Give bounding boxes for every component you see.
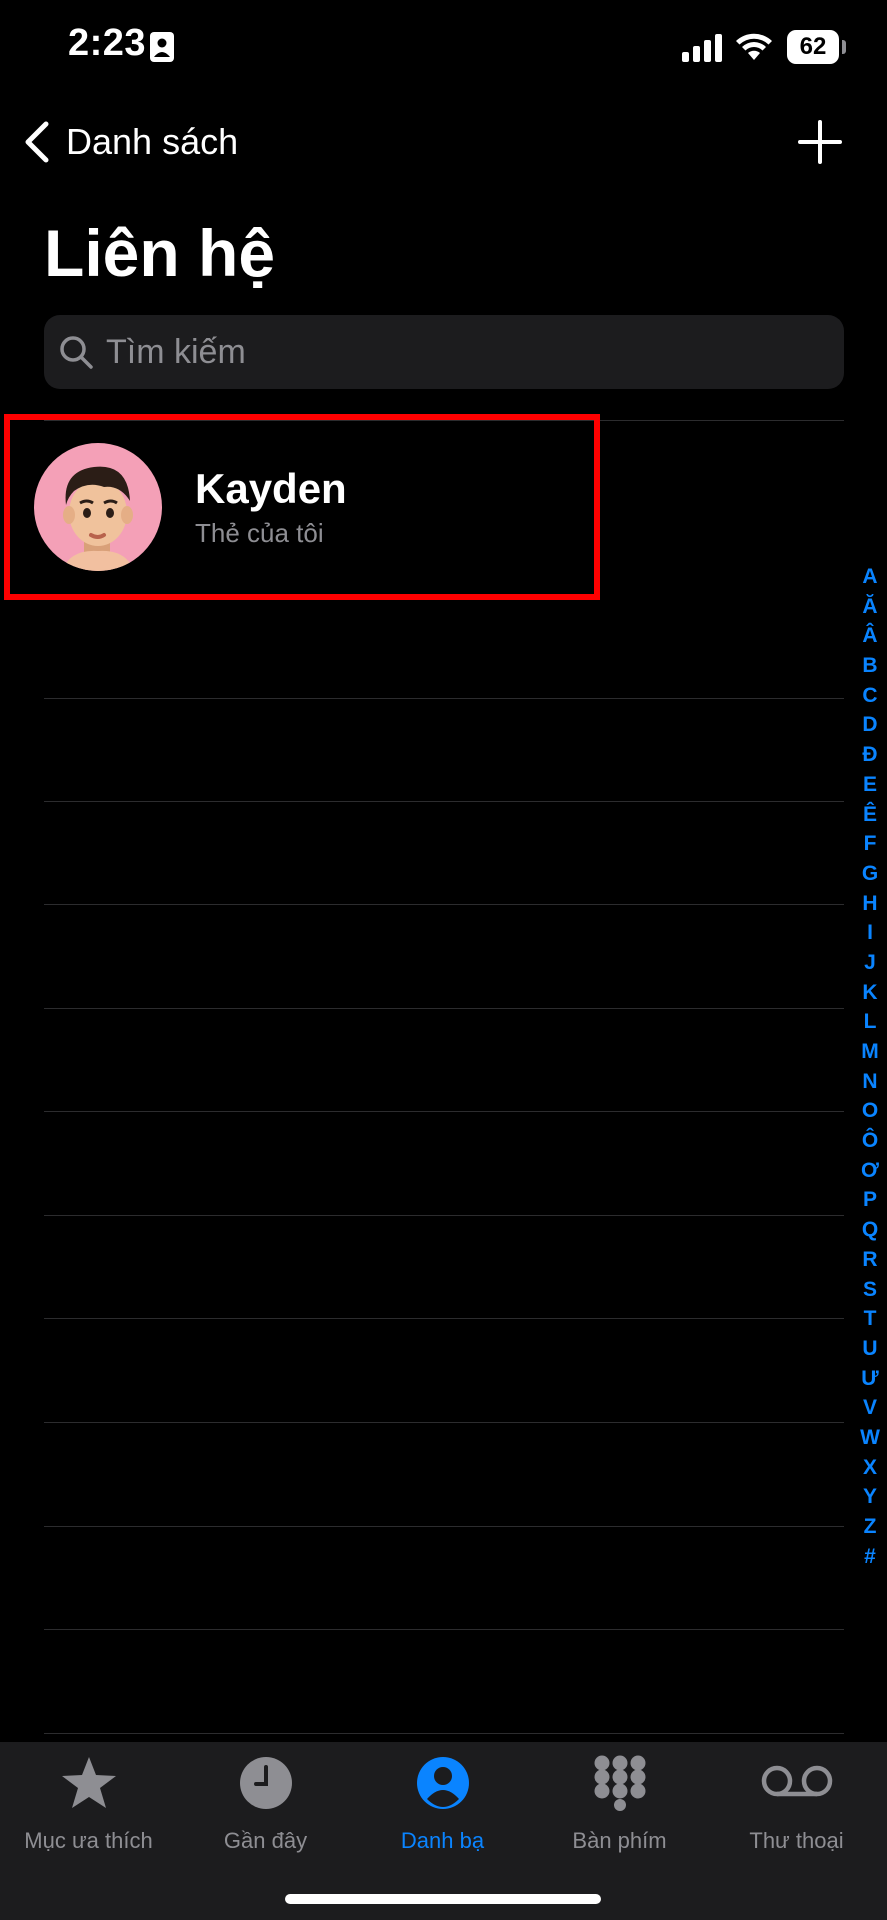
contact-card-icon bbox=[150, 32, 174, 62]
status-time: 2:23 bbox=[68, 22, 147, 64]
index-letter[interactable]: B bbox=[862, 651, 877, 681]
index-letter[interactable]: N bbox=[862, 1067, 877, 1097]
index-letter[interactable]: # bbox=[864, 1542, 876, 1572]
tab-favorites[interactable]: Mục ưa thích bbox=[0, 1752, 177, 1854]
index-letter[interactable]: Y bbox=[863, 1482, 877, 1512]
page-title: Liên hệ bbox=[44, 216, 276, 290]
separator bbox=[44, 1629, 844, 1630]
separator bbox=[44, 1733, 844, 1734]
home-indicator[interactable] bbox=[285, 1894, 601, 1904]
battery-indicator: 62 bbox=[787, 30, 839, 64]
tab-label: Thư thoại bbox=[749, 1828, 844, 1853]
index-letter[interactable]: U bbox=[862, 1334, 877, 1364]
back-button-label: Danh sách bbox=[66, 121, 239, 162]
keypad-icon bbox=[594, 1755, 645, 1811]
index-letter[interactable]: M bbox=[861, 1037, 879, 1067]
search-field[interactable] bbox=[44, 315, 844, 389]
index-letter[interactable]: Ư bbox=[861, 1364, 878, 1394]
index-letter[interactable]: Ơ bbox=[861, 1156, 879, 1186]
index-letter[interactable]: V bbox=[863, 1393, 877, 1423]
alphabet-index-bar[interactable]: A Ă Â B C D Đ E Ê F G H I J K L M N O Ô Ơ P Q R S T U Ư V W X Y Z # bbox=[856, 562, 884, 1571]
tab-voicemail[interactable]: Thư thoại bbox=[708, 1752, 885, 1854]
index-letter[interactable]: Ă bbox=[862, 592, 877, 622]
tab-label: Gần đây bbox=[223, 1828, 308, 1853]
index-letter[interactable]: Ê bbox=[863, 800, 877, 830]
index-letter[interactable]: X bbox=[863, 1453, 877, 1483]
cellular-signal-icon bbox=[682, 34, 722, 62]
separator bbox=[44, 1215, 844, 1216]
index-letter[interactable]: C bbox=[862, 681, 877, 711]
index-letter[interactable]: T bbox=[864, 1304, 877, 1334]
index-letter[interactable]: G bbox=[862, 859, 878, 889]
separator bbox=[44, 698, 844, 699]
separator bbox=[44, 1422, 844, 1423]
index-letter[interactable]: Q bbox=[862, 1215, 878, 1245]
index-letter[interactable]: S bbox=[863, 1275, 877, 1305]
tab-label: Danh bạ bbox=[400, 1828, 485, 1853]
chevron-left-icon bbox=[25, 121, 49, 163]
person-circle-icon bbox=[416, 1757, 469, 1809]
separator bbox=[44, 904, 844, 905]
tab-label: Mục ưa thích bbox=[24, 1828, 153, 1853]
separator bbox=[44, 1111, 844, 1112]
index-letter[interactable]: R bbox=[862, 1245, 877, 1275]
memoji-avatar-icon bbox=[62, 466, 134, 571]
index-letter[interactable]: Z bbox=[864, 1512, 877, 1542]
index-letter[interactable]: J bbox=[864, 948, 876, 978]
index-letter[interactable]: I bbox=[867, 918, 873, 948]
separator bbox=[44, 1008, 844, 1009]
index-letter[interactable]: A bbox=[862, 562, 877, 592]
search-input[interactable] bbox=[104, 331, 828, 373]
index-letter[interactable]: L bbox=[864, 1007, 877, 1037]
index-letter[interactable]: Đ bbox=[862, 740, 877, 770]
tab-label: Bàn phím bbox=[572, 1828, 667, 1853]
battery-cap bbox=[842, 40, 846, 54]
index-letter[interactable]: H bbox=[862, 889, 877, 919]
index-letter[interactable]: P bbox=[863, 1185, 877, 1215]
tab-keypad[interactable]: Bàn phím bbox=[531, 1752, 708, 1854]
index-letter[interactable]: O bbox=[862, 1096, 878, 1126]
index-letter[interactable]: F bbox=[864, 829, 877, 859]
clock-icon bbox=[239, 1757, 292, 1809]
separator bbox=[44, 1526, 844, 1527]
my-card-name: Kayden bbox=[195, 465, 347, 512]
tab-recents[interactable]: Gần đây bbox=[177, 1752, 354, 1854]
my-card-subtitle: Thẻ của tôi bbox=[195, 518, 324, 548]
separator bbox=[44, 801, 844, 802]
tab-contacts[interactable]: Danh bạ bbox=[354, 1752, 531, 1854]
avatar bbox=[34, 443, 162, 571]
star-icon bbox=[61, 1757, 116, 1808]
wifi-icon bbox=[736, 33, 772, 60]
index-letter[interactable]: Â bbox=[862, 621, 877, 651]
index-letter[interactable]: K bbox=[862, 978, 877, 1008]
separator bbox=[44, 1318, 844, 1319]
index-letter[interactable]: W bbox=[860, 1423, 880, 1453]
index-letter[interactable]: D bbox=[862, 710, 877, 740]
voicemail-icon bbox=[761, 1765, 832, 1797]
add-contact-button[interactable] bbox=[796, 118, 844, 166]
search-icon bbox=[60, 336, 93, 369]
index-letter[interactable]: Ô bbox=[862, 1126, 878, 1156]
index-letter[interactable]: E bbox=[863, 770, 877, 800]
back-button[interactable]: Danh sách bbox=[24, 118, 238, 166]
